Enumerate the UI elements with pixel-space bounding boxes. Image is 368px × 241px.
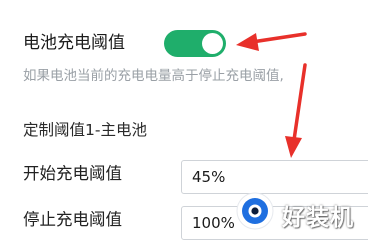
threshold-description: 如果电池当前的充电电量高于停止充电阈值, — [23, 68, 284, 84]
battery-threshold-title: 电池充电阈值 — [23, 33, 125, 53]
stop-threshold-label: 停止充电阈值 — [23, 210, 122, 229]
stop-threshold-input[interactable] — [181, 206, 368, 240]
start-threshold-label: 开始充电阈值 — [23, 164, 122, 183]
arrow-to-start-input — [285, 63, 307, 158]
custom-threshold-title: 定制阈值1-主电池 — [23, 121, 147, 139]
toggle-knob — [202, 33, 223, 54]
arrow-to-toggle — [236, 32, 307, 51]
start-threshold-input[interactable] — [181, 160, 368, 194]
threshold-toggle[interactable] — [164, 30, 226, 57]
